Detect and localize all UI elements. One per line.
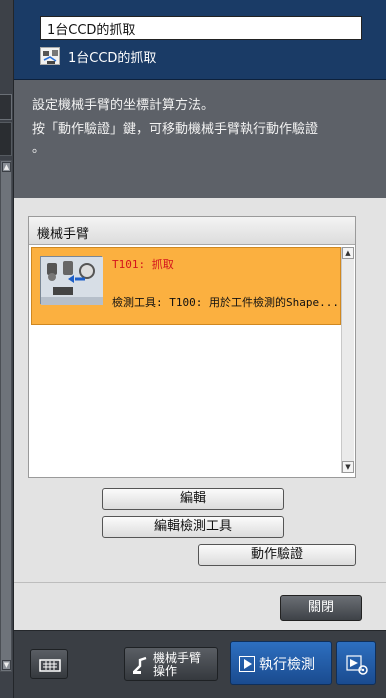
scroll-down-icon[interactable]: ▼ bbox=[2, 660, 11, 670]
robot-group-box: 機械手臂 T101: 抓取 檢測工具: T100: 用於工件檢測的Shape..… bbox=[28, 216, 356, 478]
play-settings-icon bbox=[346, 655, 368, 675]
keyboard-icon bbox=[39, 659, 61, 672]
keyboard-button[interactable] bbox=[30, 649, 68, 679]
list-scrollbar[interactable]: ▲ ▼ bbox=[341, 247, 354, 473]
tool-type-row: 1台CCD的抓取 bbox=[40, 46, 156, 66]
edit-button[interactable]: 編輯 bbox=[102, 488, 284, 510]
play-icon bbox=[239, 656, 255, 672]
background-window-strip: ▲ ▼ bbox=[0, 0, 14, 698]
tool-header: 1台CCD的抓取 bbox=[14, 0, 386, 80]
instruction-line: 。 bbox=[32, 141, 46, 156]
bottom-toolbar: 機械手臂 操作 執行檢測 bbox=[14, 630, 386, 698]
background-scrollbar[interactable]: ▲ ▼ bbox=[0, 160, 12, 672]
robot-operation-label-2: 操作 bbox=[153, 664, 178, 678]
run-inspection-button[interactable]: 執行檢測 bbox=[230, 641, 332, 685]
robot-tool-icon bbox=[40, 47, 60, 65]
content-area: 機械手臂 T101: 抓取 檢測工具: T100: 用於工件檢測的Shape..… bbox=[14, 198, 386, 582]
tool-type-label: 1台CCD的抓取 bbox=[68, 50, 157, 66]
scroll-down-icon[interactable]: ▼ bbox=[342, 461, 354, 473]
scroll-up-icon[interactable]: ▲ bbox=[342, 247, 354, 259]
robot-arm-icon bbox=[133, 656, 147, 674]
verify-motion-button[interactable]: 動作驗證 bbox=[198, 544, 356, 566]
scroll-up-icon[interactable]: ▲ bbox=[2, 162, 11, 172]
tool-id-label: T101: 抓取 bbox=[112, 258, 174, 271]
background-tab[interactable] bbox=[0, 94, 12, 120]
tool-name-input[interactable] bbox=[40, 16, 362, 40]
instruction-line: 設定機械手臂的坐標計算方法。 bbox=[32, 98, 215, 113]
dialog-footer: 關閉 bbox=[14, 582, 386, 630]
run-settings-button[interactable] bbox=[336, 641, 376, 685]
run-inspection-label: 執行檢測 bbox=[259, 657, 315, 673]
list-item[interactable]: T101: 抓取 檢測工具: T100: 用於工件檢測的Shape... bbox=[31, 247, 341, 325]
edit-tool-button[interactable]: 編輯檢測工具 bbox=[102, 516, 284, 538]
robot-operation-button[interactable]: 機械手臂 操作 bbox=[124, 647, 218, 681]
robot-tool-list[interactable]: T101: 抓取 檢測工具: T100: 用於工件檢測的Shape... bbox=[31, 247, 341, 473]
close-button[interactable]: 關閉 bbox=[280, 595, 362, 621]
instruction-text: 設定機械手臂的坐標計算方法。 按「動作驗證」鍵，可移動機械手臂執行動作驗證 。 bbox=[14, 80, 386, 198]
tool-thumbnail bbox=[40, 256, 103, 305]
tool-detection-label: 檢測工具: T100: 用於工件檢測的Shape... bbox=[112, 296, 339, 309]
background-tab[interactable] bbox=[0, 122, 12, 156]
robot-group-title: 機械手臂 bbox=[29, 217, 355, 245]
instruction-line: 按「動作驗證」鍵，可移動機械手臂執行動作驗證 bbox=[32, 122, 319, 137]
robot-settings-panel: 1台CCD的抓取 設定機械手臂的坐標計算方法。 按「動作驗證」鍵，可移動機械手臂… bbox=[14, 0, 386, 698]
